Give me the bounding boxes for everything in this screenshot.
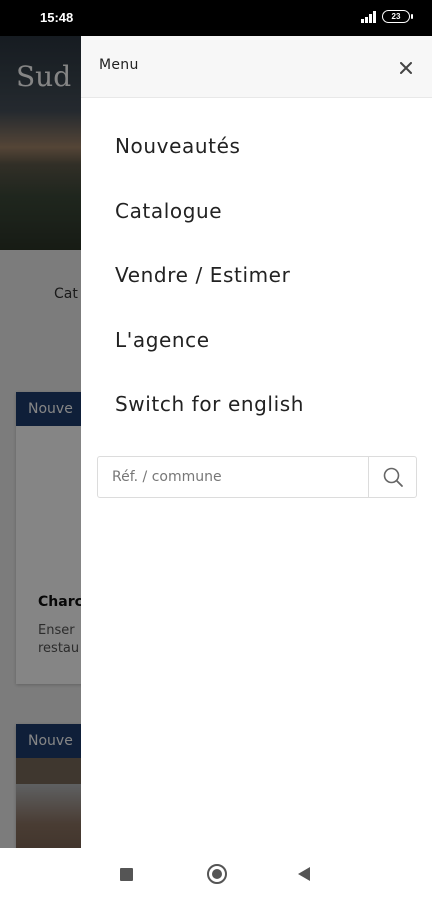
menu-drawer: Menu Nouveautés Catalogue Vendre / Estim… [81,36,432,848]
back-icon[interactable] [298,867,310,881]
home-icon[interactable] [207,864,227,884]
search-box [97,456,417,498]
status-bar: 15:48 23 [0,0,432,36]
drawer-header: Menu [81,36,432,98]
search-button[interactable] [368,457,416,497]
recent-apps-icon[interactable] [120,868,133,881]
menu-item-nouveautes[interactable]: Nouveautés [81,115,432,180]
menu-item-agence[interactable]: L'agence [81,309,432,374]
search-icon [383,467,403,487]
status-icons: 23 [361,10,413,23]
menu-item-catalogue[interactable]: Catalogue [81,180,432,245]
menu-item-switch-english[interactable]: Switch for english [81,373,432,438]
menu-item-vendre-estimer[interactable]: Vendre / Estimer [81,244,432,309]
drawer-title: Menu [99,57,139,73]
battery-level: 23 [391,12,401,21]
search-input[interactable] [98,457,368,497]
signal-icon [361,10,376,23]
status-time: 15:48 [40,10,74,25]
menu-list: Nouveautés Catalogue Vendre / Estimer L'… [81,115,432,438]
close-icon [400,62,412,74]
system-nav-bar [0,848,432,900]
battery-icon: 23 [382,10,413,23]
close-button[interactable] [394,56,418,80]
